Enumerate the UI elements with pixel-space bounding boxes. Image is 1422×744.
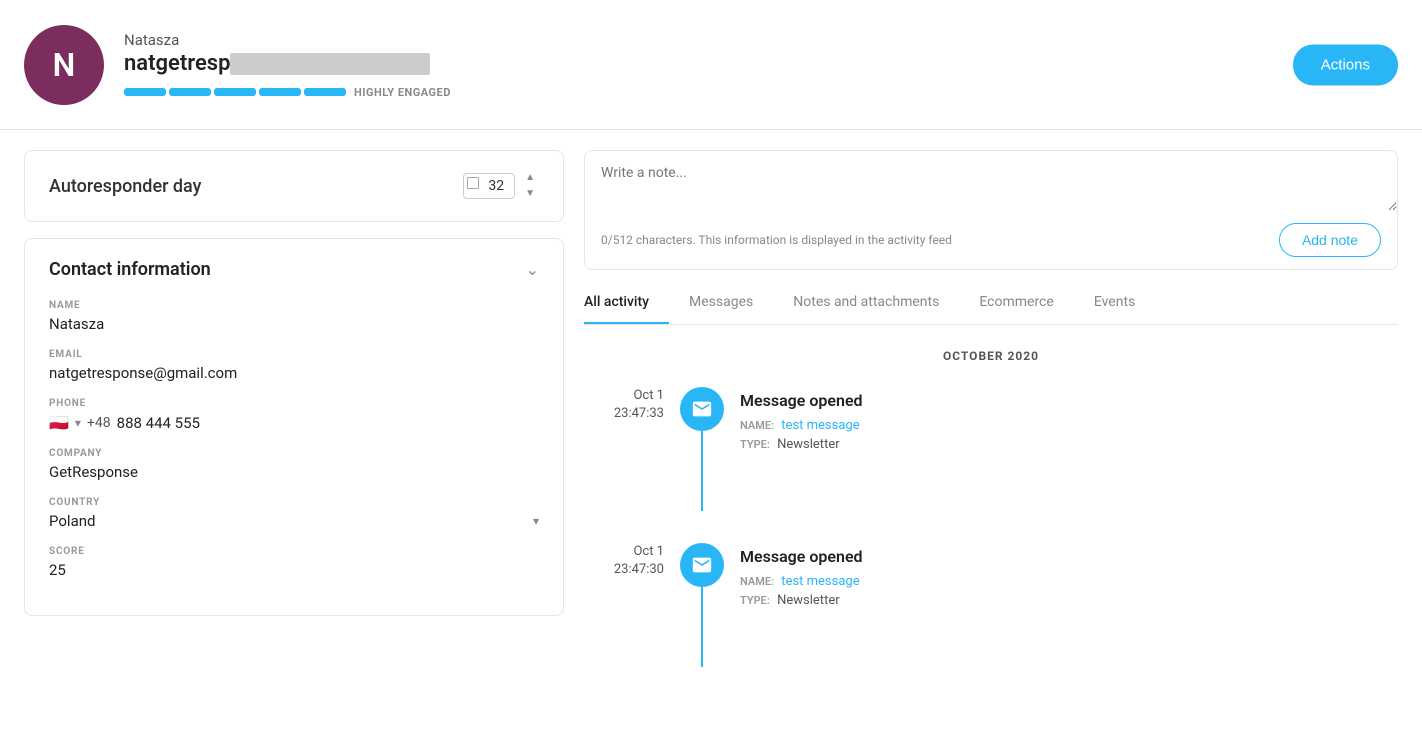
avatar: N: [24, 25, 104, 105]
activity-time-val-1: 23:47:33: [584, 405, 664, 423]
contact-card-header: Contact information ⌄: [49, 259, 539, 280]
bar-segment-5: [304, 88, 346, 96]
field-country: COUNTRY Poland ▾: [49, 497, 539, 530]
field-email: EMAIL natgetresponse@gmail.com: [49, 349, 539, 382]
bar-segment-3: [214, 88, 256, 96]
name-detail-label-2: NAME:: [740, 575, 774, 588]
add-note-button[interactable]: Add note: [1279, 223, 1381, 257]
activity-item-2: Oct 1 23:47:30 Message opened NAME: test…: [584, 543, 1398, 667]
bar-segment-1: [124, 88, 166, 96]
activity-tabs: All activity Messages Notes and attachme…: [584, 282, 1398, 325]
activity-icon-wrapper-1: [680, 387, 724, 511]
activity-type-2: TYPE: Newsletter: [740, 593, 1398, 608]
name-detail-link-1[interactable]: test message: [781, 418, 859, 433]
month-label: OCTOBER 2020: [584, 349, 1398, 363]
score-value: 25: [49, 561, 539, 579]
spinner-down[interactable]: ▼: [521, 187, 539, 201]
note-textarea[interactable]: [585, 151, 1397, 211]
activity-name-1: NAME: test message: [740, 418, 1398, 433]
phone-row: 🇵🇱 ▾ +48 888 444 555: [49, 413, 539, 432]
name-detail-link-2[interactable]: test message: [781, 574, 859, 589]
contact-header: N Natasza natgetresp HIGHLY ENGAGED Acti…: [0, 0, 1422, 130]
phone-label: PHONE: [49, 398, 539, 409]
name-detail-label-1: NAME:: [740, 419, 774, 432]
tab-notes-attachments[interactable]: Notes and attachments: [773, 282, 959, 324]
field-name: NAME Natasza: [49, 300, 539, 333]
avatar-letter: N: [53, 46, 76, 84]
contact-name: Natasza: [124, 31, 1398, 49]
activity-time-2: Oct 1 23:47:30: [584, 543, 664, 579]
bar-segment-2: [169, 88, 211, 96]
contact-card-title: Contact information: [49, 259, 211, 280]
activity-content-1: Message opened NAME: test message TYPE: …: [740, 387, 1398, 456]
email-visible-part: natgetresp: [124, 51, 230, 76]
contact-email: natgetresp: [124, 51, 1398, 76]
activity-type-1: TYPE: Newsletter: [740, 437, 1398, 452]
message-opened-icon-2: [680, 543, 724, 587]
activity-time-val-2: 23:47:30: [584, 561, 664, 579]
tab-messages[interactable]: Messages: [669, 282, 773, 324]
type-detail-label-1: TYPE:: [740, 438, 770, 451]
tab-all-activity[interactable]: All activity: [584, 282, 669, 324]
tab-events[interactable]: Events: [1074, 282, 1155, 324]
note-footer: 0/512 characters. This information is di…: [585, 215, 1397, 269]
engagement-bar: HIGHLY ENGAGED: [124, 86, 1398, 99]
activity-icon-wrapper-2: [680, 543, 724, 667]
type-detail-label-2: TYPE:: [740, 594, 770, 607]
note-char-count: 0/512 characters. This information is di…: [601, 233, 952, 247]
country-select-wrapper: Poland ▾: [49, 512, 539, 530]
phone-flag: 🇵🇱: [49, 413, 69, 432]
left-panel: Autoresponder day 32 ▲ ▼ Contact informa…: [24, 150, 564, 699]
activity-item: Oct 1 23:47:33 Message opened NAME: test…: [584, 387, 1398, 511]
name-value: Natasza: [49, 315, 539, 333]
activity-content-2: Message opened NAME: test message TYPE: …: [740, 543, 1398, 612]
actions-button[interactable]: Actions: [1293, 44, 1398, 85]
phone-flag-dropdown[interactable]: ▾: [75, 416, 81, 430]
activity-line-1: [701, 431, 703, 511]
email-value: natgetresponse@gmail.com: [49, 364, 539, 382]
email-label: EMAIL: [49, 349, 539, 360]
field-score: SCORE 25: [49, 546, 539, 579]
field-phone: PHONE 🇵🇱 ▾ +48 888 444 555: [49, 398, 539, 432]
phone-code: +48: [87, 415, 111, 431]
day-box: 32: [463, 173, 515, 199]
spinners: ▲ ▼: [521, 171, 539, 201]
tab-ecommerce[interactable]: Ecommerce: [959, 282, 1073, 324]
right-panel: 0/512 characters. This information is di…: [584, 150, 1398, 699]
note-box: 0/512 characters. This information is di…: [584, 150, 1398, 270]
spinner-up[interactable]: ▲: [521, 171, 539, 185]
day-control: 32 ▲ ▼: [463, 171, 539, 201]
bar-segments: [124, 88, 346, 96]
activity-title-2: Message opened: [740, 547, 1398, 566]
activity-time-1: Oct 1 23:47:33: [584, 387, 664, 423]
activity-date-1: Oct 1: [584, 387, 664, 405]
field-company: COMPANY GetResponse: [49, 448, 539, 481]
email-blurred-part: [230, 53, 430, 75]
score-label: SCORE: [49, 546, 539, 557]
country-dropdown-arrow[interactable]: ▾: [533, 514, 539, 528]
bar-segment-4: [259, 88, 301, 96]
phone-number: 888 444 555: [117, 414, 200, 432]
activity-date-2: Oct 1: [584, 543, 664, 561]
header-info: Natasza natgetresp HIGHLY ENGAGED: [124, 31, 1398, 99]
company-value: GetResponse: [49, 463, 539, 481]
type-detail-value-2: Newsletter: [777, 593, 840, 608]
contact-info-card: Contact information ⌄ NAME Natasza EMAIL…: [24, 238, 564, 616]
activity-line-2: [701, 587, 703, 667]
type-detail-value-1: Newsletter: [777, 437, 840, 452]
autoresponder-label: Autoresponder day: [49, 176, 447, 197]
country-value: Poland: [49, 512, 529, 530]
name-label: NAME: [49, 300, 539, 311]
company-label: COMPANY: [49, 448, 539, 459]
engagement-label: HIGHLY ENGAGED: [354, 86, 451, 99]
collapse-icon[interactable]: ⌄: [526, 260, 539, 279]
message-opened-icon-1: [680, 387, 724, 431]
activity-name-2: NAME: test message: [740, 574, 1398, 589]
country-label: COUNTRY: [49, 497, 539, 508]
autoresponder-card: Autoresponder day 32 ▲ ▼: [24, 150, 564, 222]
main-content: Autoresponder day 32 ▲ ▼ Contact informa…: [0, 130, 1422, 719]
day-value: 32: [488, 178, 504, 194]
activity-title-1: Message opened: [740, 391, 1398, 410]
